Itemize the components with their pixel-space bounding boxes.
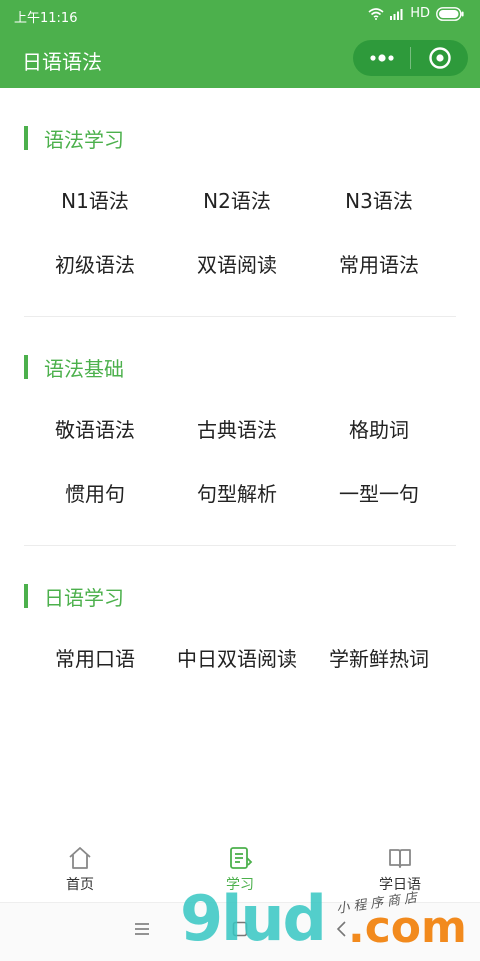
wifi-icon: [368, 7, 384, 20]
status-icons: HD: [368, 6, 464, 21]
grammar-item-common[interactable]: 常用语法: [299, 251, 459, 279]
basics-item-one-pattern[interactable]: 一型一句: [299, 480, 459, 508]
section-accent-bar: [24, 126, 28, 150]
section-accent-bar: [24, 355, 28, 379]
grammar-item-n3[interactable]: N3语法: [299, 187, 459, 215]
watermark-logo: 9lud 小程序商店 .com: [180, 884, 480, 960]
section-grammar-study: 语法学习 N1语法 N2语法 N3语法 初级语法 双语阅读 常用语法: [0, 88, 480, 318]
tab-label: 首页: [66, 877, 94, 893]
section-header: 日语学习: [24, 583, 124, 610]
watermark-domain: .com: [348, 902, 467, 953]
menu-icon[interactable]: [134, 921, 150, 937]
section-accent-bar: [24, 584, 28, 608]
basics-item-sentence-patterns[interactable]: 句型解析: [157, 480, 317, 508]
status-bar: 上午11:16 HD: [0, 0, 480, 30]
status-time: 上午11:16: [14, 11, 78, 26]
nav-bar: 日语语法: [0, 30, 480, 88]
basics-item-classical[interactable]: 古典语法: [157, 416, 317, 444]
section-header: 语法基础: [24, 354, 124, 381]
close-miniprogram-button[interactable]: [411, 40, 468, 76]
more-dots-icon: [369, 54, 394, 62]
study-icon: [230, 847, 253, 869]
study-item-buzzwords[interactable]: 学新鲜热词: [299, 645, 459, 673]
section-title: 语法学习: [44, 127, 124, 152]
page-title: 日语语法: [22, 50, 102, 74]
section-grammar-basics: 语法基础 敬语语法 古典语法 格助词 惯用句 句型解析 一型一句: [0, 317, 480, 547]
study-item-cn-jp-reading[interactable]: 中日双语阅读: [157, 645, 317, 673]
target-close-icon: [428, 47, 451, 69]
study-item-spoken[interactable]: 常用口语: [15, 645, 175, 673]
grammar-item-beginner[interactable]: 初级语法: [15, 251, 175, 279]
basics-item-particles[interactable]: 格助词: [299, 416, 459, 444]
more-button[interactable]: [353, 40, 410, 76]
home-icon: [69, 847, 91, 869]
watermark-brand: 9lud: [180, 882, 327, 955]
tab-home[interactable]: 首页: [0, 846, 160, 894]
grammar-item-n1[interactable]: N1语法: [15, 187, 175, 215]
basics-item-idioms[interactable]: 惯用句: [15, 480, 175, 508]
grammar-item-bilingual-reading[interactable]: 双语阅读: [157, 251, 317, 279]
book-icon: [389, 849, 411, 868]
section-japanese-study: 日语学习 常用口语 中日双语阅读 学新鲜热词: [0, 546, 480, 706]
grammar-item-n2[interactable]: N2语法: [157, 187, 317, 215]
miniprogram-capsule: [353, 40, 468, 76]
signal-icon: [390, 8, 403, 20]
section-title: 语法基础: [44, 356, 124, 381]
network-type: HD: [410, 6, 430, 21]
battery-icon: [436, 6, 464, 21]
basics-item-honorific[interactable]: 敬语语法: [15, 416, 175, 444]
section-title: 日语学习: [44, 585, 124, 610]
section-header: 语法学习: [24, 125, 124, 152]
